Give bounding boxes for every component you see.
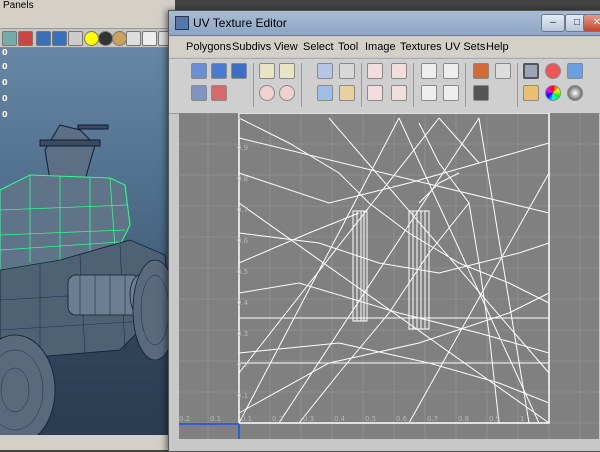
menu-uv-sets[interactable]: UV Sets: [445, 41, 485, 53]
v-tick-label: 0.7: [237, 206, 248, 214]
toolbar-separator: [301, 63, 302, 107]
align-u-max-icon[interactable]: [391, 63, 407, 79]
flip-u-icon[interactable]: [259, 63, 275, 79]
menu-tool[interactable]: Tool: [338, 41, 358, 53]
menu-help[interactable]: Help: [486, 41, 509, 53]
u-tick-label: 0.1: [210, 415, 221, 423]
uv-smudge-icon[interactable]: [231, 63, 247, 79]
viewport-frame-bottom: [0, 435, 175, 450]
rotate-ccw-icon[interactable]: [259, 85, 275, 101]
v-tick-label: 0.5: [237, 268, 248, 276]
cut-uv-icon[interactable]: [317, 63, 333, 79]
grid-toggle-icon[interactable]: [523, 63, 539, 79]
align-u-min-icon[interactable]: [367, 63, 383, 79]
menu-select[interactable]: Select: [303, 41, 334, 53]
close-button[interactable]: ✕: [583, 14, 600, 32]
snap-bottom-right-icon[interactable]: [443, 85, 459, 101]
vehicle-wireframe-model[interactable]: [0, 0, 175, 450]
v-tick-label: 0.6: [237, 237, 249, 245]
v-tick-label: 1: [237, 113, 241, 121]
title-bar[interactable]: UV Texture Editor – □ ✕: [169, 11, 600, 36]
flip-icon[interactable]: [191, 85, 207, 101]
menu-textures[interactable]: Textures: [400, 41, 442, 53]
toolbar-separator: [465, 63, 466, 107]
v-tick-label: 0.2: [237, 361, 248, 369]
u-tick-label: 0.8: [458, 415, 469, 423]
color-icon[interactable]: [545, 85, 561, 101]
window-title: UV Texture Editor: [193, 16, 287, 30]
minimize-button[interactable]: –: [541, 14, 565, 32]
u-tick-label: 0.2: [179, 415, 190, 423]
snap-top-right-icon[interactable]: [443, 63, 459, 79]
v-tick-label: 0.1: [237, 392, 248, 400]
u-tick-label: 0.1: [241, 415, 252, 423]
toolbar-separator: [253, 63, 254, 107]
v-tick-label: 0.4: [237, 299, 249, 307]
isolate-icon[interactable]: [523, 85, 539, 101]
snap-top-left-icon[interactable]: [421, 63, 437, 79]
unfiltered-icon[interactable]: [495, 63, 511, 79]
u-tick-label: 0.9: [489, 415, 500, 423]
unitize-icon[interactable]: [211, 85, 227, 101]
maya-window-icon: [175, 16, 189, 30]
snap-bottom-left-icon[interactable]: [421, 85, 437, 101]
u-tick-label: 0.2: [272, 415, 283, 423]
align-v-max-icon[interactable]: [391, 85, 407, 101]
uv-grid-icon[interactable]: [191, 63, 207, 79]
perspective-viewport[interactable]: Panels 0 0 0 0 0: [0, 0, 175, 450]
menu-bar: Polygons Subdivs View Select Tool Image …: [169, 37, 600, 57]
uv-grid-canvas[interactable]: 1 0.9 0.8 0.7 0.6 0.5 0.4 0.3 0.2 0.1 0.2 0.1 0.1 0.…: [179, 113, 599, 439]
rotate-cw-icon[interactable]: [279, 85, 295, 101]
uv-lattice-icon[interactable]: [211, 63, 227, 79]
u-tick-label: 0.4: [334, 415, 346, 423]
move-sew-icon[interactable]: [317, 85, 333, 101]
u-tick-label: 0.7: [427, 415, 438, 423]
toolbar-separator: [413, 63, 414, 107]
uv-texture-editor-window[interactable]: UV Texture Editor – □ ✕ Polygons Subdivs…: [168, 10, 600, 452]
u-tick-label: 0.6: [396, 415, 408, 423]
uv-editing-area[interactable]: 1 0.9 0.8 0.7 0.6 0.5 0.4 0.3 0.2 0.1 0.2 0.1 0.1 0.…: [179, 113, 599, 439]
merge-uv-icon[interactable]: [339, 85, 355, 101]
uv-toolbar: [169, 58, 600, 114]
menu-subdivs[interactable]: Subdivs: [232, 41, 271, 53]
toolbar-separator: [517, 63, 518, 107]
dim-image-icon[interactable]: [473, 85, 489, 101]
menu-polygons[interactable]: Polygons: [186, 41, 231, 53]
checker-icon[interactable]: [567, 85, 583, 101]
sew-uv-icon[interactable]: [339, 63, 355, 79]
align-v-min-icon[interactable]: [367, 85, 383, 101]
u-tick-label: 1: [520, 415, 524, 423]
v-tick-label: 0.9: [237, 144, 248, 152]
image-display-icon[interactable]: [473, 63, 489, 79]
pixel-snap-icon[interactable]: [545, 63, 561, 79]
menu-image[interactable]: Image: [365, 41, 396, 53]
flip-v-icon[interactable]: [279, 63, 295, 79]
v-tick-label: 0.8: [237, 175, 248, 183]
menu-view[interactable]: View: [274, 41, 298, 53]
u-tick-label: 0.3: [303, 415, 314, 423]
toolbar-separator: [361, 63, 362, 107]
u-tick-label: 0.5: [365, 415, 376, 423]
shade-uv-icon[interactable]: [567, 63, 583, 79]
v-tick-label: 0.3: [237, 330, 248, 338]
